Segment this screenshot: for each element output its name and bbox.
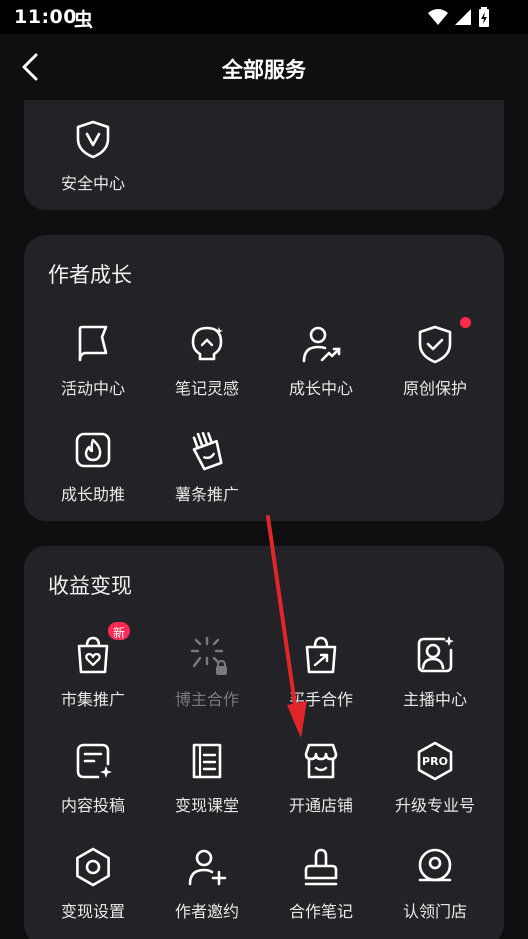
service-label: 变现设置 bbox=[60, 902, 125, 921]
service-label: 博主合作 bbox=[174, 690, 239, 709]
service-item-content-submission[interactable]: 内容投稿 bbox=[36, 740, 150, 836]
store-icon bbox=[304, 743, 338, 779]
service-label: 升级专业号 bbox=[394, 796, 475, 815]
new-badge: 新 bbox=[106, 620, 132, 642]
book-icon bbox=[192, 743, 222, 779]
security-card: 安全中心 bbox=[24, 100, 504, 210]
service-item-monetization-class[interactable]: 变现课堂 bbox=[150, 740, 264, 836]
service-label: 笔记灵感 bbox=[174, 379, 239, 398]
status-bar: 11:00 虫 bbox=[0, 0, 528, 34]
service-item-fries-promotion[interactable]: 薯条推广 bbox=[150, 429, 264, 525]
service-label: 认领门店 bbox=[402, 902, 467, 921]
service-label: 薯条推广 bbox=[174, 485, 239, 504]
fries-icon bbox=[192, 432, 223, 471]
add-user-icon bbox=[188, 849, 227, 886]
lightbulb-icon bbox=[191, 326, 223, 361]
sparkle-lock-icon bbox=[190, 636, 227, 675]
service-item-open-store[interactable]: 开通店铺 bbox=[264, 740, 378, 836]
page-title: 全部服务 bbox=[222, 58, 306, 82]
service-label: 成长中心 bbox=[288, 379, 353, 398]
header: 全部服务 bbox=[0, 34, 528, 100]
service-item-streamer-center[interactable]: 主播中心 bbox=[378, 634, 492, 730]
bag-heart-icon bbox=[77, 636, 109, 674]
status-icons bbox=[428, 7, 490, 27]
stamp-icon bbox=[304, 848, 338, 886]
notification-dot bbox=[460, 317, 471, 328]
service-label: 合作笔记 bbox=[288, 902, 353, 921]
service-label: 原创保护 bbox=[402, 379, 467, 398]
status-notification-glyph: 虫 bbox=[74, 9, 94, 31]
services-content[interactable]: 安全中心 作者成长 活动中心 笔记灵感 成长中心 原创保护 成长助推 薯条推广 … bbox=[0, 100, 528, 939]
author-growth-card: 作者成长 活动中心 笔记灵感 成长中心 原创保护 成长助推 薯条推广 bbox=[24, 235, 504, 521]
service-label: 主播中心 bbox=[402, 690, 467, 709]
service-item-monetization-settings[interactable]: 变现设置 bbox=[36, 846, 150, 939]
service-label: 安全中心 bbox=[60, 174, 125, 193]
service-item-upgrade-pro[interactable]: PRO 升级专业号 bbox=[378, 740, 492, 836]
service-item-market-promotion[interactable]: 新 市集推广 bbox=[36, 620, 150, 730]
service-item-buyer-cooperation[interactable]: 买手合作 bbox=[264, 634, 378, 730]
service-label: 开通店铺 bbox=[288, 796, 353, 815]
monetization-card: 收益变现 新 市集推广 博主合作 买手合作 主播中心 内容投稿 变现课堂 开通店… bbox=[24, 546, 504, 939]
battery-icon bbox=[479, 7, 489, 27]
service-item-growth-center[interactable]: 成长中心 bbox=[264, 323, 378, 419]
shopping-bag-icon bbox=[305, 636, 337, 674]
user-trend-icon bbox=[302, 326, 341, 363]
service-item-blogger-cooperation[interactable]: 博主合作 bbox=[150, 634, 264, 730]
shield-v-icon bbox=[76, 120, 110, 159]
service-item-claim-store[interactable]: 认领门店 bbox=[378, 846, 492, 939]
service-item-activity-center[interactable]: 活动中心 bbox=[36, 323, 150, 419]
service-label: 市集推广 bbox=[60, 690, 125, 709]
service-item-author-invitation[interactable]: 作者邀约 bbox=[150, 846, 264, 939]
section-title: 收益变现 bbox=[48, 574, 132, 598]
service-label: 买手合作 bbox=[288, 690, 353, 709]
service-item-cooperation-notes[interactable]: 合作笔记 bbox=[264, 846, 378, 939]
pro-text: PRO bbox=[422, 755, 448, 768]
gear-icon bbox=[76, 847, 110, 887]
service-label: 内容投稿 bbox=[60, 796, 125, 815]
service-item-original-protection[interactable]: 原创保护 bbox=[378, 317, 492, 419]
shield-check-icon bbox=[418, 325, 452, 364]
service-item-security-center[interactable]: 安全中心 bbox=[36, 118, 150, 214]
section-title: 作者成长 bbox=[48, 263, 132, 287]
location-pin-icon bbox=[418, 848, 452, 882]
service-item-note-inspiration[interactable]: 笔记灵感 bbox=[150, 323, 264, 419]
streamer-icon bbox=[417, 636, 454, 673]
status-time: 11:00 bbox=[14, 6, 77, 28]
service-label: 活动中心 bbox=[60, 379, 125, 398]
document-submit-icon bbox=[76, 743, 112, 779]
service-label: 作者邀约 bbox=[174, 902, 239, 921]
signal-icon bbox=[455, 9, 471, 25]
service-label: 变现课堂 bbox=[174, 796, 239, 815]
service-label: 成长助推 bbox=[60, 485, 125, 504]
wifi-icon bbox=[428, 9, 448, 25]
flag-icon bbox=[78, 325, 108, 362]
service-item-growth-boost[interactable]: 成长助推 bbox=[36, 429, 150, 525]
flame-icon bbox=[75, 432, 111, 468]
pro-badge-icon: PRO bbox=[417, 741, 453, 781]
